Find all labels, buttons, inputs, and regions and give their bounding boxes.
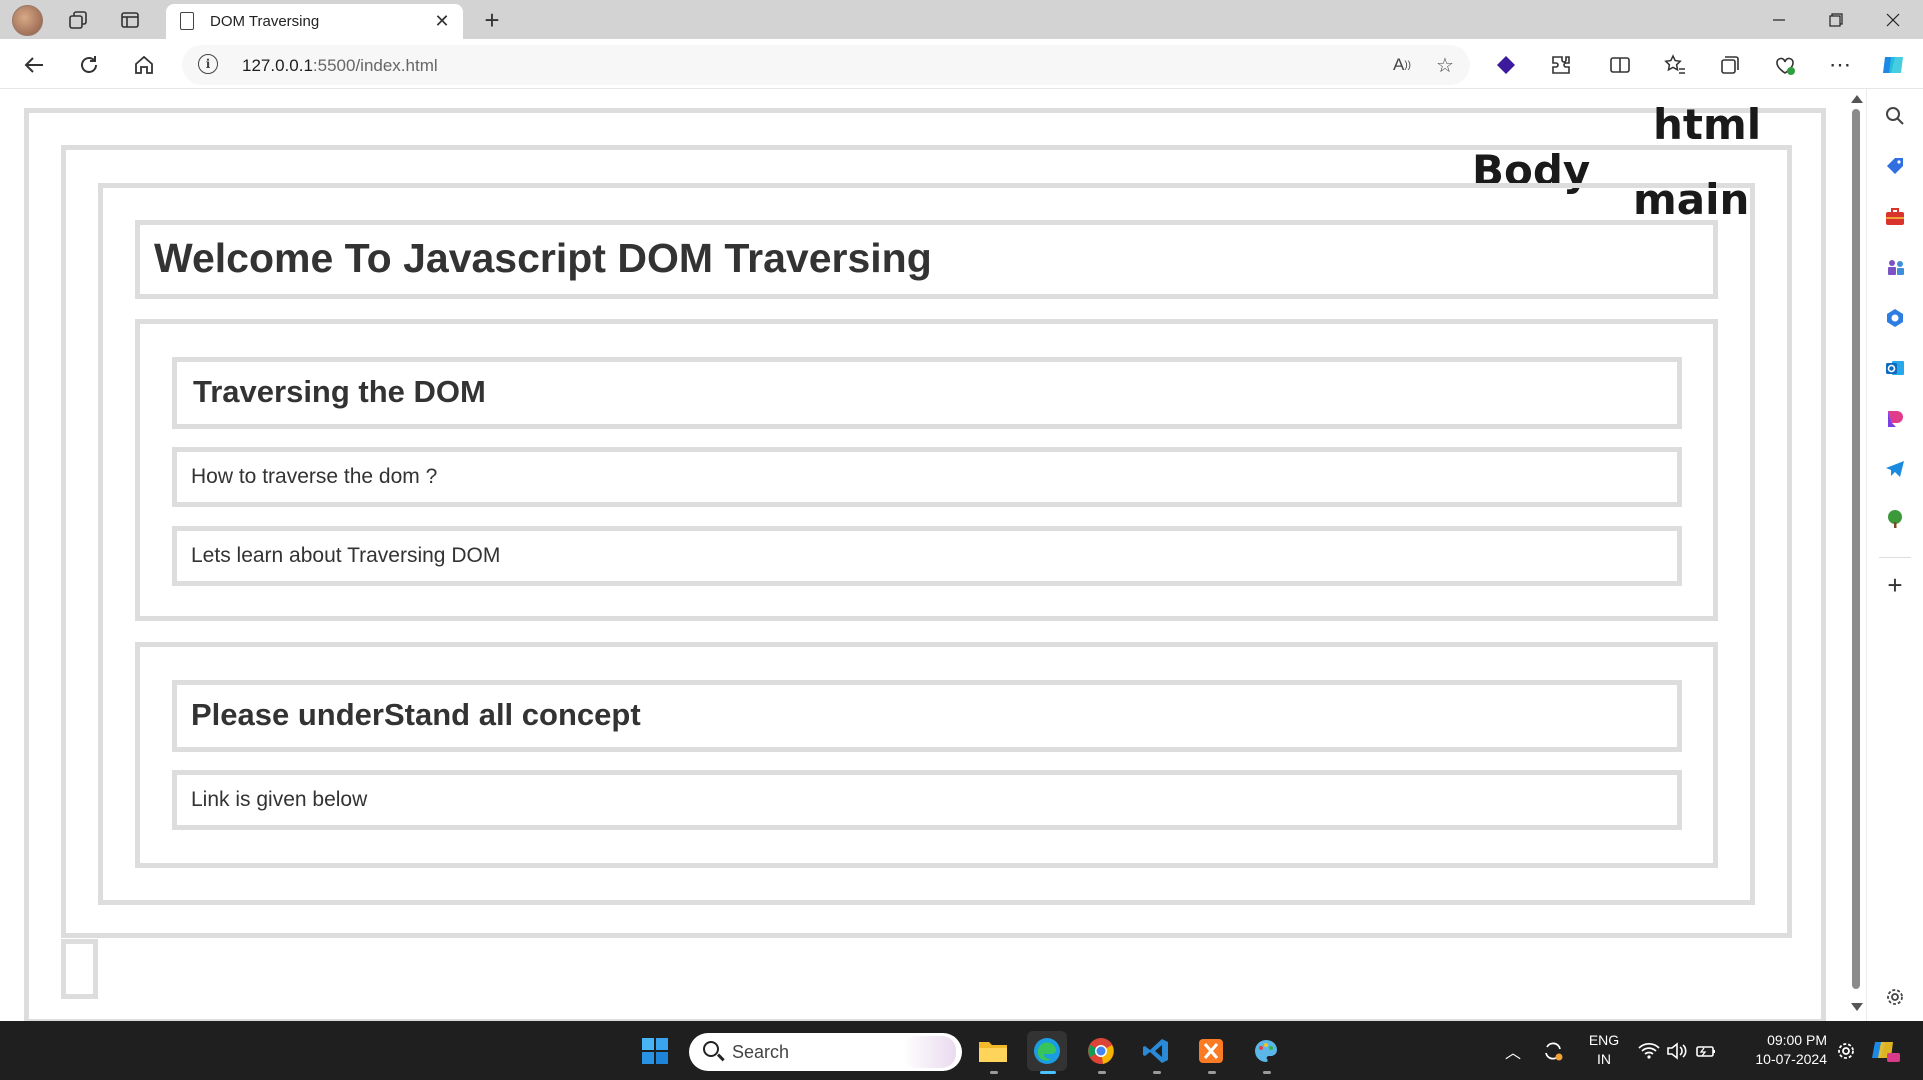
- html-label: html: [1653, 100, 1762, 149]
- tab-strip: DOM Traversing ✕ +: [0, 0, 1923, 39]
- favorite-star-icon[interactable]: ☆: [1432, 52, 1458, 78]
- address-bar[interactable]: i 127.0.0.1:5500/index.html A)) ☆: [182, 45, 1470, 85]
- section-1-heading: Traversing the DOM: [193, 374, 486, 409]
- collections-icon[interactable]: [1713, 48, 1747, 82]
- file-explorer-icon[interactable]: [973, 1031, 1013, 1074]
- sync-icon[interactable]: [1540, 1038, 1566, 1064]
- paragraph-text: Lets learn about Traversing DOM: [191, 544, 501, 567]
- sidebar-settings-gear-icon[interactable]: [1881, 983, 1909, 1011]
- tab-title: DOM Traversing: [210, 13, 320, 30]
- time-text: 09:00 PM: [1767, 1032, 1827, 1048]
- read-aloud-icon[interactable]: A)): [1389, 52, 1415, 78]
- more-menu-icon[interactable]: ⋯: [1823, 48, 1857, 82]
- new-tab-button[interactable]: +: [476, 4, 508, 36]
- copilot-icon[interactable]: [1876, 48, 1910, 82]
- windows-start-icon[interactable]: [635, 1031, 675, 1071]
- search-placeholder: Search: [732, 1042, 790, 1062]
- edge-sidebar: +: [1866, 89, 1923, 1021]
- browser-essentials-icon[interactable]: [1768, 48, 1802, 82]
- send-telegram-icon[interactable]: [1881, 455, 1909, 483]
- xampp-icon[interactable]: [1191, 1031, 1231, 1074]
- page-viewport: html Body main Welcome To Javascript DOM…: [0, 89, 1847, 1021]
- paragraph-text: How to traverse the dom ?: [191, 465, 438, 488]
- home-button[interactable]: [127, 48, 161, 82]
- clock[interactable]: 09:00 PM 10-07-2024: [1735, 1031, 1827, 1069]
- language-indicator[interactable]: ENG IN: [1585, 1031, 1623, 1069]
- wifi-icon[interactable]: [1636, 1038, 1662, 1064]
- favorites-icon[interactable]: [1658, 48, 1692, 82]
- games-chess-icon[interactable]: [1881, 253, 1909, 281]
- notification-settings-icon[interactable]: [1833, 1038, 1859, 1064]
- scroll-up-arrow[interactable]: [1851, 95, 1863, 103]
- taskbar-search[interactable]: Search: [689, 1033, 962, 1071]
- url-text[interactable]: 127.0.0.1:5500/index.html: [242, 56, 438, 76]
- site-info-icon[interactable]: i: [198, 54, 218, 74]
- vertical-tabs-icon[interactable]: [116, 6, 144, 34]
- main-label: main: [1633, 175, 1750, 224]
- back-button[interactable]: [17, 48, 51, 82]
- scroll-thumb[interactable]: [1852, 109, 1860, 989]
- search-icon[interactable]: [1881, 102, 1909, 130]
- restore-button[interactable]: [1808, 0, 1863, 39]
- close-tab-icon[interactable]: ✕: [431, 10, 453, 32]
- paragraph-text: Link is given below: [191, 788, 368, 811]
- show-hidden-icons-chevron-icon[interactable]: ︿: [1500, 1038, 1526, 1064]
- search-icon: [703, 1041, 719, 1057]
- extensions-icon[interactable]: [1544, 48, 1578, 82]
- tools-briefcase-icon[interactable]: [1881, 203, 1909, 231]
- tree-icon[interactable]: [1881, 505, 1909, 533]
- vscode-icon[interactable]: [1136, 1031, 1176, 1074]
- refresh-button[interactable]: [72, 48, 106, 82]
- volume-icon[interactable]: [1664, 1038, 1690, 1064]
- designer-icon[interactable]: [1881, 404, 1909, 432]
- workspaces-icon[interactable]: [64, 6, 92, 34]
- page-icon: [180, 12, 194, 30]
- script-box: [61, 939, 98, 999]
- sidebar-separator: [1879, 557, 1911, 558]
- copilot-pre-icon[interactable]: [1870, 1038, 1902, 1064]
- extension-diamond-icon[interactable]: [1489, 48, 1523, 82]
- edge-browser-icon[interactable]: [1027, 1031, 1067, 1074]
- section-2-heading: Please underStand all concept: [191, 697, 641, 732]
- page-title: Welcome To Javascript DOM Traversing: [154, 235, 932, 281]
- browser-toolbar: i 127.0.0.1:5500/index.html A)) ☆ ⋯: [0, 39, 1923, 89]
- shopping-tag-icon[interactable]: [1881, 152, 1909, 180]
- windows-taskbar: Search ︿ ENG IN 09:00 PM 10-07-2024: [0, 1021, 1923, 1080]
- battery-icon[interactable]: [1693, 1038, 1719, 1064]
- tab-dom-traversing[interactable]: DOM Traversing ✕: [166, 4, 463, 39]
- section-2-box: [135, 642, 1718, 868]
- chrome-icon[interactable]: [1081, 1031, 1121, 1074]
- add-sidebar-app-icon[interactable]: +: [1881, 570, 1909, 600]
- outlook-icon[interactable]: [1881, 354, 1909, 382]
- minimize-button[interactable]: [1751, 0, 1806, 39]
- split-screen-icon[interactable]: [1603, 48, 1637, 82]
- profile-avatar[interactable]: [12, 5, 43, 36]
- paragraph-box: [172, 770, 1682, 830]
- scrollbar[interactable]: [1847, 89, 1866, 1021]
- date-text: 10-07-2024: [1755, 1051, 1827, 1067]
- paint-palette-icon[interactable]: [1246, 1031, 1286, 1074]
- close-window-button[interactable]: [1865, 0, 1920, 39]
- search-highlight-image: [902, 1036, 956, 1068]
- microsoft-365-icon[interactable]: [1881, 304, 1909, 332]
- scroll-down-arrow[interactable]: [1851, 1003, 1863, 1011]
